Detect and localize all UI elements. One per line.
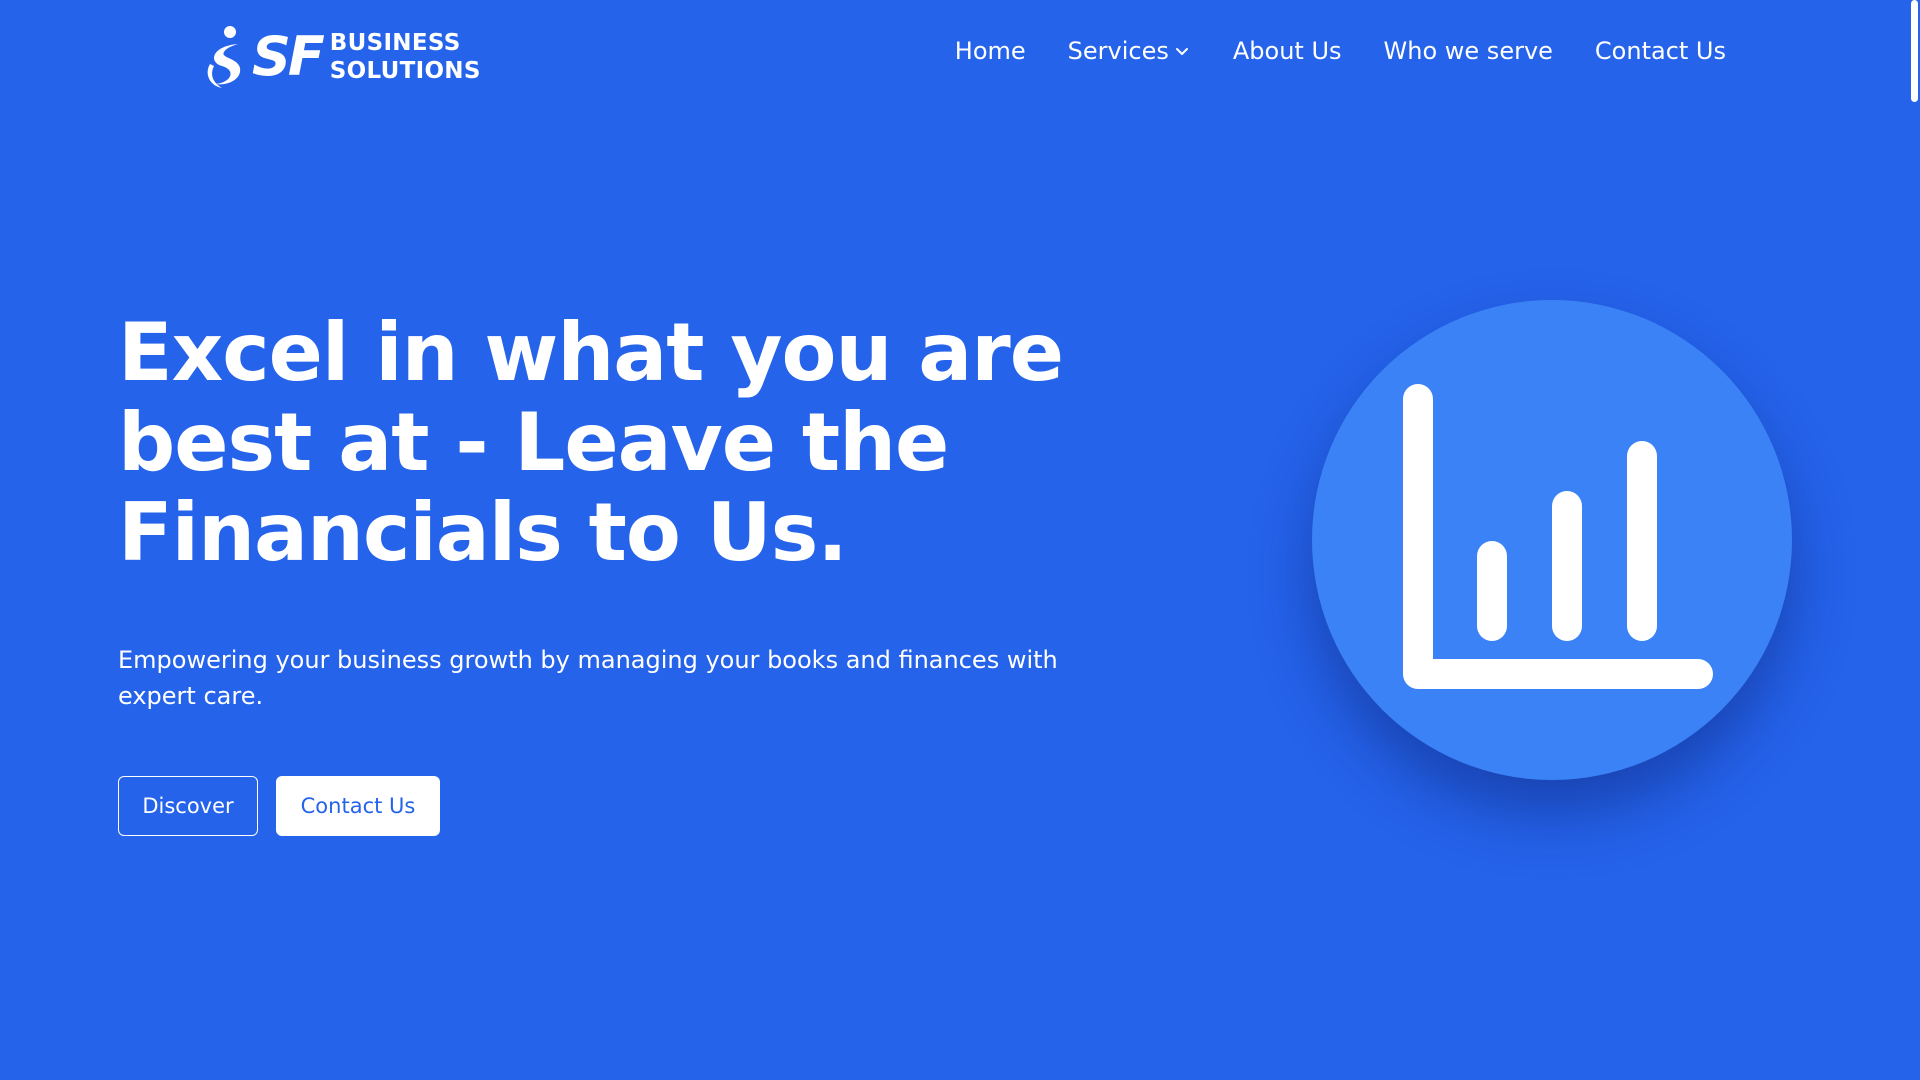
logo-line-1: BUSINESS xyxy=(329,30,461,56)
logo-wordmark: BUSINESS SOLUTIONS xyxy=(330,29,481,85)
chevron-down-icon xyxy=(1175,48,1188,55)
bar-chart-icon xyxy=(1403,384,1713,689)
nav-item-home[interactable]: Home xyxy=(955,30,1026,72)
logo-sf-text: SF xyxy=(252,25,325,88)
contact-us-button[interactable]: Contact Us xyxy=(276,776,440,836)
nav-item-label: Contact Us xyxy=(1594,37,1726,65)
nav-item-label: Home xyxy=(954,37,1026,65)
nav-item-about-us[interactable]: About Us xyxy=(1233,30,1342,72)
discover-button[interactable]: Discover xyxy=(118,776,258,836)
page: SF BUSINESS SOLUTIONS Home Services Abou… xyxy=(0,0,1920,1080)
nav-item-who-we-serve[interactable]: Who we serve xyxy=(1384,30,1553,72)
scrollbar[interactable] xyxy=(1908,0,1920,1080)
hero-section: Excel in what you are best at - Leave th… xyxy=(118,308,1118,836)
hero-subtitle: Empowering your business growth by manag… xyxy=(118,646,1058,710)
logo[interactable]: SF BUSINESS SOLUTIONS xyxy=(202,24,481,90)
nav-item-label: About Us xyxy=(1232,37,1342,65)
hero-buttons: Discover Contact Us xyxy=(118,776,1118,836)
nav-item-contact-us[interactable]: Contact Us xyxy=(1595,30,1726,72)
chart-bars xyxy=(1477,441,1657,641)
site-header: SF BUSINESS SOLUTIONS Home Services Abou… xyxy=(0,0,1920,100)
nav-item-services[interactable]: Services xyxy=(1068,30,1191,72)
person-swoosh-icon xyxy=(207,26,241,88)
chart-illustration xyxy=(1312,300,1792,780)
main-nav: Home Services About Us Who we serve Cont… xyxy=(955,30,1726,72)
scrollbar-thumb[interactable] xyxy=(1911,0,1918,102)
nav-item-label: Services xyxy=(1067,37,1169,65)
logo-line-2: SOLUTIONS xyxy=(329,58,481,84)
nav-item-label: Who we serve xyxy=(1383,37,1553,65)
hero-title: Excel in what you are best at - Leave th… xyxy=(118,306,1064,579)
